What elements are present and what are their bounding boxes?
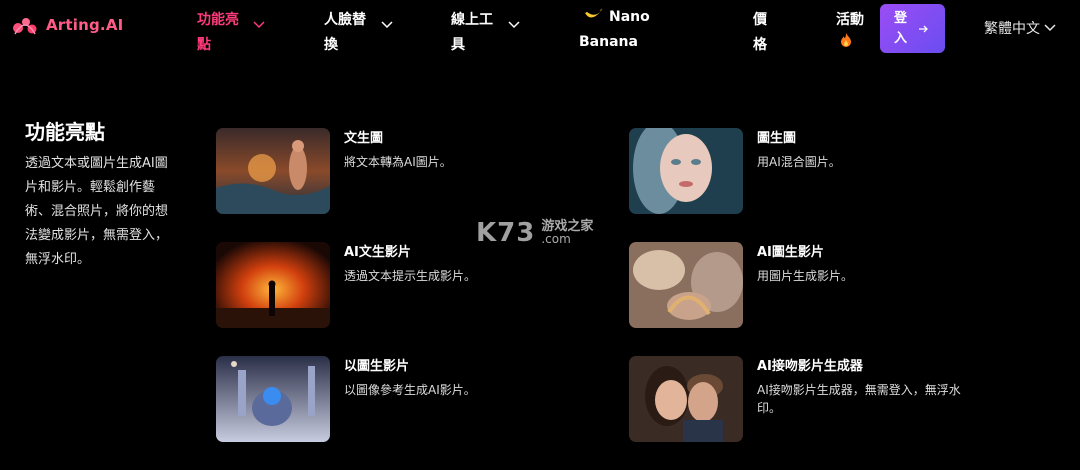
card-thumbnail bbox=[629, 128, 743, 214]
card-description: 用AI混合圖片。 bbox=[757, 155, 841, 169]
login-button-label: 登入 bbox=[894, 10, 908, 46]
card-title: AI接吻影片生成器 bbox=[757, 359, 863, 374]
feature-card-image-to-image[interactable]: 圖生圖 用AI混合圖片。 bbox=[629, 128, 969, 218]
nav-features-label: 功能亮點 bbox=[197, 12, 239, 53]
fire-icon bbox=[841, 33, 851, 47]
watermark-brand: K73 bbox=[476, 218, 536, 248]
card-title: 圖生圖 bbox=[757, 131, 797, 146]
nav-pricing[interactable]: 價格 bbox=[753, 8, 769, 58]
chevron-down-icon bbox=[508, 21, 520, 29]
arrow-right-icon bbox=[919, 25, 928, 32]
card-description: 以圖像參考生成AI影片。 bbox=[344, 383, 476, 397]
feature-card-image-to-video[interactable]: AI圖生影片 用圖片生成影片。 bbox=[629, 242, 969, 332]
nav-online-tools[interactable]: 線上工具 bbox=[451, 8, 520, 58]
logo[interactable]: Arting.AI bbox=[12, 14, 123, 36]
logo-text: Arting.AI bbox=[46, 16, 124, 34]
card-description: 用圖片生成影片。 bbox=[757, 269, 854, 283]
feature-card-image-ref-video[interactable]: 以圖生影片 以圖像參考生成AI影片。 bbox=[216, 356, 556, 446]
nav-nano-banana[interactable]: Nano Banana bbox=[579, 5, 679, 55]
card-title: AI圖生影片 bbox=[757, 245, 824, 260]
nav-events-label: 活動 bbox=[836, 12, 864, 28]
nav-online-tools-label: 線上工具 bbox=[451, 12, 493, 53]
watermark: K73 游戏之家 .com bbox=[476, 218, 593, 248]
section-description: 透過文本或圖片生成AI圖片和影片。輕鬆創作藝術、混合照片，將你的想法變成影片，無… bbox=[25, 156, 169, 267]
card-description: 將文本轉為AI圖片。 bbox=[344, 155, 452, 169]
card-title: 文生圖 bbox=[344, 131, 384, 146]
watermark-domain: .com bbox=[541, 232, 571, 246]
card-thumbnail bbox=[629, 242, 743, 328]
feature-card-text-to-image[interactable]: 文生圖 將文本轉為AI圖片。 bbox=[216, 128, 556, 218]
nav-face-swap-label: 人臉替換 bbox=[324, 12, 366, 53]
logo-icon bbox=[13, 18, 37, 35]
chevron-down-icon bbox=[381, 21, 393, 29]
card-description: AI接吻影片生成器，無需登入，無浮水印。 bbox=[757, 383, 961, 415]
nav-events[interactable]: 活動 bbox=[836, 8, 866, 47]
card-thumbnail bbox=[629, 356, 743, 442]
feature-card-text-to-video[interactable]: AI文生影片 透過文本提示生成影片。 bbox=[216, 242, 556, 332]
card-description: 透過文本提示生成影片。 bbox=[344, 269, 477, 283]
nav-pricing-label: 價格 bbox=[753, 12, 767, 53]
language-selector[interactable]: 繁體中文 bbox=[984, 18, 1056, 38]
login-button[interactable]: 登入 bbox=[880, 4, 945, 53]
section-title: 功能亮點 bbox=[25, 120, 105, 144]
card-thumbnail bbox=[216, 356, 330, 442]
banana-icon bbox=[585, 8, 603, 18]
chevron-down-icon bbox=[1044, 24, 1056, 32]
card-title: AI文生影片 bbox=[344, 245, 411, 260]
feature-card-ai-kiss-video[interactable]: AI接吻影片生成器 AI接吻影片生成器，無需登入，無浮水印。 bbox=[629, 356, 969, 446]
language-label: 繁體中文 bbox=[984, 21, 1040, 37]
card-title: 以圖生影片 bbox=[344, 359, 410, 374]
nav-face-swap[interactable]: 人臉替換 bbox=[324, 8, 393, 58]
chevron-down-icon bbox=[253, 21, 265, 29]
card-thumbnail bbox=[216, 128, 330, 214]
card-thumbnail bbox=[216, 242, 330, 328]
nav-features[interactable]: 功能亮點 bbox=[197, 8, 265, 58]
